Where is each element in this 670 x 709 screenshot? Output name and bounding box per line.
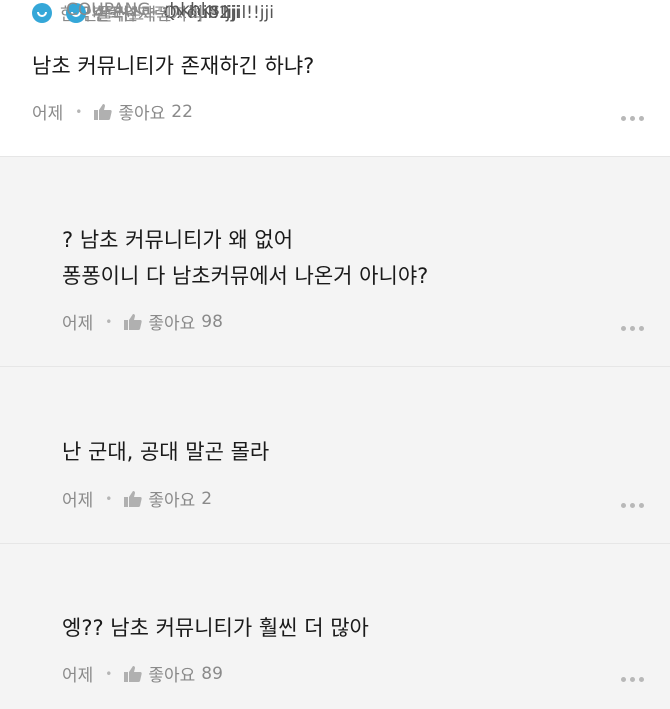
thumbs-up-icon (124, 313, 143, 330)
community-name[interactable]: COUPANG (66, 0, 150, 20)
like-count: 2 (201, 488, 213, 509)
like-count: 22 (171, 101, 193, 122)
comment-text: ? 남초 커뮤니티가 왜 없어 퐁퐁이니 다 남초커뮤에서 나온거 아니야? (62, 222, 428, 294)
comment-line: 난 군대, 공대 말곤 몰라 (62, 440, 270, 464)
comment-meta: 어제 • 좋아요 22 (32, 99, 193, 125)
thumbs-up-icon (124, 665, 143, 682)
separator-dot: • (105, 314, 113, 329)
comment-text: 난 군대, 공대 말곤 몰라 (62, 434, 269, 470)
like-button[interactable]: 좋아요 98 (124, 309, 223, 334)
more-options-icon[interactable] (621, 677, 644, 682)
like-label: 좋아요 (118, 104, 166, 124)
like-label: 좋아요 (148, 666, 196, 686)
comment-text: 엥?? 남초 커뮤니티가 훨씬 더 많아 (62, 610, 369, 646)
like-count: 89 (201, 663, 223, 684)
thumbs-up-icon (124, 490, 143, 507)
comment-time: 어제 (62, 314, 94, 334)
comment-line: 퐁퐁이니 다 남초커뮤에서 나온거 아니야? (62, 264, 429, 288)
comment-meta: 어제 • 좋아요 98 (62, 309, 223, 335)
separator-dot: • (105, 491, 113, 506)
like-label: 좋아요 (148, 491, 196, 511)
more-options-icon[interactable] (621, 326, 644, 331)
comment-line: 엥?? 남초 커뮤니티가 훨씬 더 많아 (62, 616, 369, 640)
company-badge-icon (32, 2, 52, 23)
separator-dot: • (105, 666, 113, 681)
comment-line: 남초 커뮤니티가 존재하긴 하냐? (32, 54, 315, 78)
like-button[interactable]: 좋아요 2 (124, 486, 212, 511)
comment-line: ? 남초 커뮤니티가 왜 없어 (62, 228, 294, 252)
comment-time: 어제 (62, 491, 94, 511)
comment-time: 어제 (32, 104, 64, 124)
comment-meta: 어제 • 좋아요 2 (62, 486, 212, 512)
user-name[interactable]: hkhks (169, 0, 219, 20)
like-button[interactable]: 좋아요 89 (124, 661, 223, 686)
like-label: 좋아요 (148, 314, 196, 334)
more-options-icon[interactable] (621, 503, 644, 508)
user-name[interactable]: lijil!!jji (223, 3, 274, 23)
like-button[interactable]: 좋아요 22 (94, 99, 193, 124)
more-options-icon[interactable] (621, 116, 644, 121)
comment-text: 남초 커뮤니티가 존재하긴 하냐? (32, 48, 314, 84)
comment-header: COUPANG • hkhks (66, 0, 220, 20)
separator-dot: • (75, 104, 83, 119)
comment-time: 어제 (62, 666, 94, 686)
separator-dot: • (156, 3, 164, 17)
comment-meta: 어제 • 좋아요 89 (62, 661, 223, 687)
thumbs-up-icon (94, 103, 113, 120)
like-count: 98 (201, 311, 223, 332)
